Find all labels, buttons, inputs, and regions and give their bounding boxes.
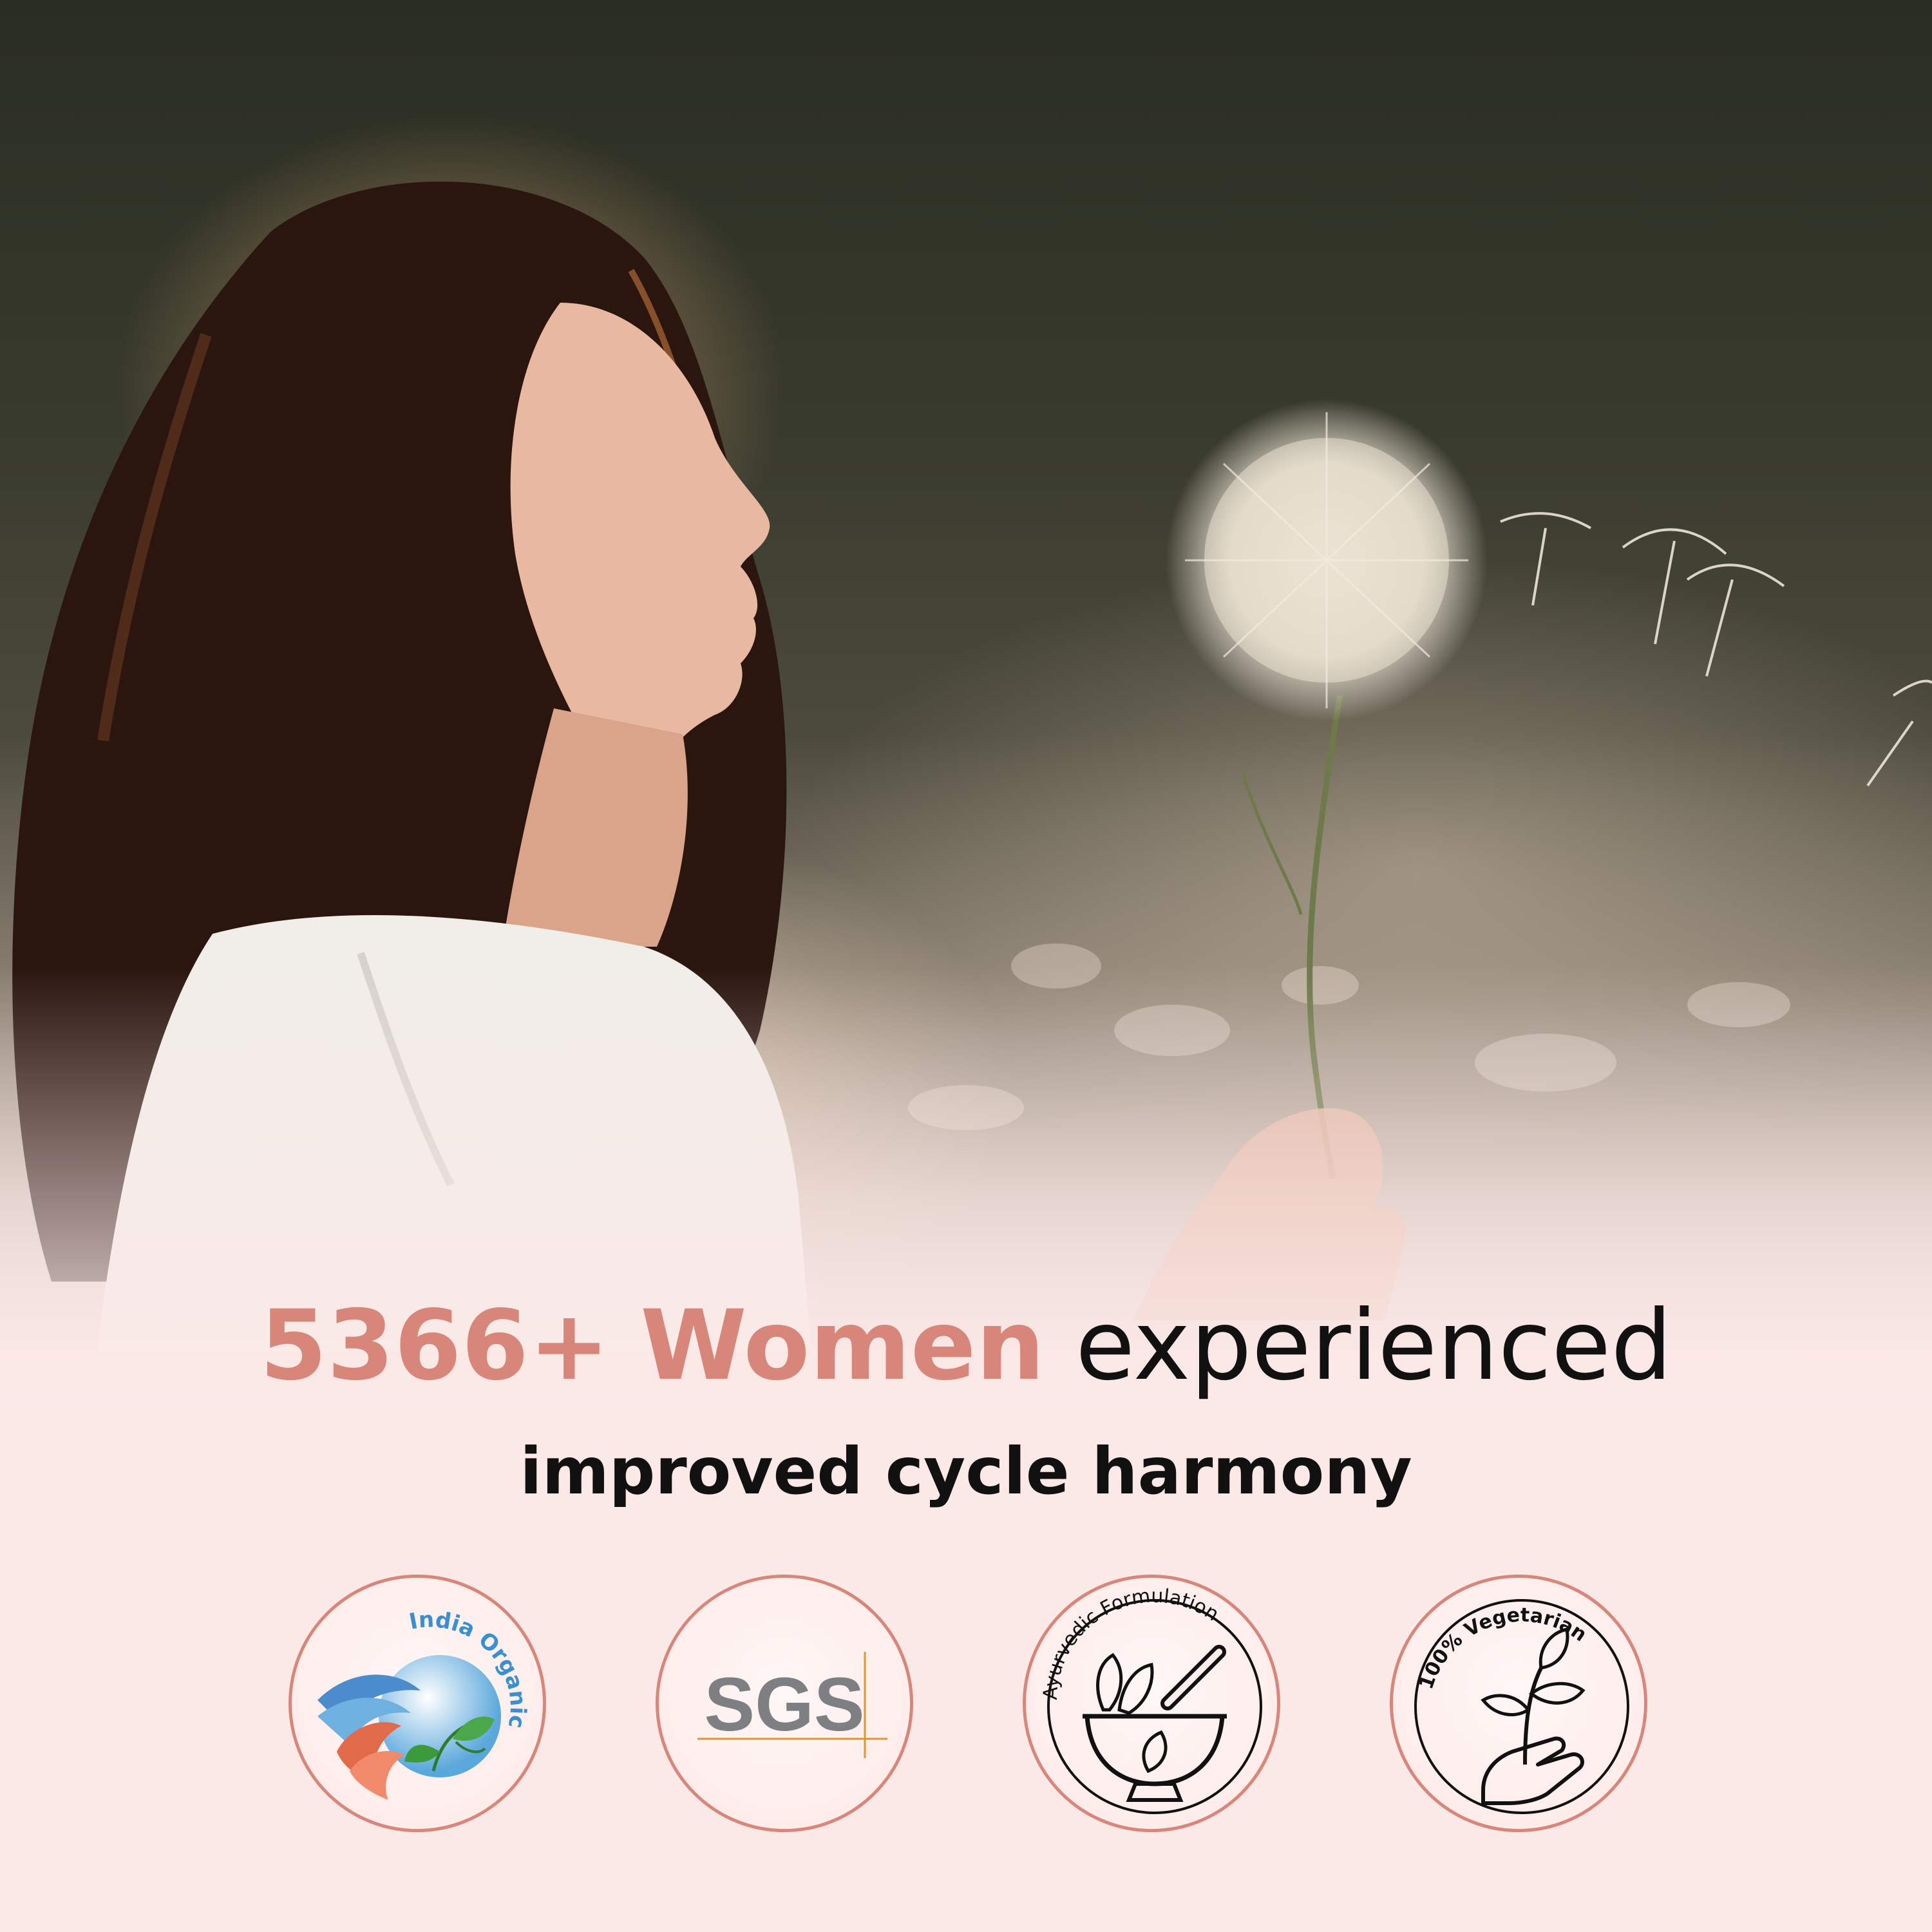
sgs-badge: SGS bbox=[656, 1575, 913, 1832]
headline: 5366+ Women experienced bbox=[0, 1282, 1932, 1410]
sgs-icon: SGS bbox=[697, 1652, 887, 1758]
hand-sprout-icon: 100% Vegetarian bbox=[1414, 1599, 1629, 1814]
vegetarian-badge: 100% Vegetarian bbox=[1390, 1575, 1647, 1832]
headline-verb: experienced bbox=[1075, 1290, 1672, 1402]
women-count: 5366+ bbox=[260, 1290, 610, 1402]
women-label: Women bbox=[640, 1290, 1045, 1402]
india-organic-icon: India Organic bbox=[317, 1607, 531, 1800]
ayurvedic-formulation-badge: Ayurvedic Formulation bbox=[1023, 1575, 1280, 1832]
mortar-pestle-icon: Ayurvedic Formulation bbox=[1039, 1585, 1262, 1814]
sgs-text: SGS bbox=[704, 1662, 864, 1747]
india-organic-badge: India Organic bbox=[289, 1575, 546, 1832]
subheadline: improved cycle harmony bbox=[520, 1434, 1412, 1509]
